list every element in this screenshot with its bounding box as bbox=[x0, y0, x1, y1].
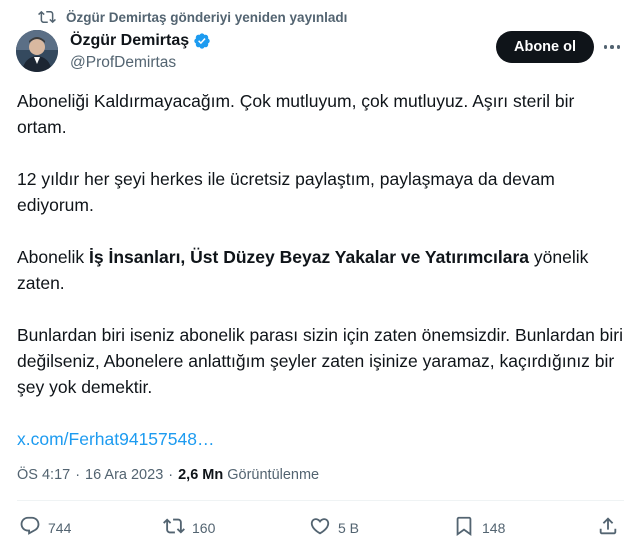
tweet-paragraph-3: Abonelik İş İnsanları, Üst Düzey Beyaz Y… bbox=[17, 244, 627, 296]
tweet-paragraph-2: 12 yıldır her şeyi herkes ile ücretsiz p… bbox=[17, 169, 555, 215]
bookmark-button[interactable]: 148 bbox=[453, 516, 505, 540]
share-icon bbox=[597, 515, 619, 542]
action-bar: 744 160 5 B 148 bbox=[17, 516, 623, 540]
tweet-paragraph-3-start: Abonelik bbox=[17, 247, 89, 267]
reply-icon bbox=[19, 515, 41, 542]
repost-indicator[interactable]: Özgür Demirtaş gönderiyi yeniden yayınla… bbox=[38, 7, 347, 27]
verified-badge-icon bbox=[193, 32, 211, 50]
like-button[interactable]: 5 B bbox=[309, 516, 359, 540]
avatar[interactable] bbox=[16, 30, 58, 72]
meta-separator: · bbox=[168, 467, 174, 483]
tweet-date[interactable]: 16 Ara 2023 bbox=[85, 467, 163, 483]
views-label: Görüntülenme bbox=[227, 467, 320, 483]
like-count: 5 B bbox=[338, 520, 360, 536]
meta-separator: · bbox=[75, 467, 81, 483]
author-name[interactable]: Özgür Demirtaş bbox=[70, 32, 189, 50]
reply-button[interactable]: 744 bbox=[19, 516, 71, 540]
reply-count: 744 bbox=[48, 520, 72, 536]
tweet-meta: ÖS 4:17 · 16 Ara 2023 · 2,6 Mn Görüntüle… bbox=[17, 465, 319, 485]
tweet-text: Aboneliği Kaldırmayacağım. Çok mutluyum,… bbox=[17, 88, 627, 478]
author-handle[interactable]: @ProfDemirtas bbox=[70, 54, 211, 72]
views-count: 2,6 Mn bbox=[178, 467, 224, 483]
repost-label: Özgür Demirtaş gönderiyi yeniden yayınla… bbox=[66, 9, 348, 25]
heart-icon bbox=[309, 515, 331, 542]
repost-button[interactable]: 160 bbox=[163, 516, 215, 540]
bookmark-count: 148 bbox=[482, 520, 506, 536]
tweet-paragraph-1: Aboneliği Kaldırmayacağım. Çok mutluyum,… bbox=[17, 91, 575, 137]
tweet-link[interactable]: x.com/Ferhat94157548… bbox=[17, 429, 214, 449]
repost-action-icon bbox=[163, 515, 185, 542]
repost-icon bbox=[38, 8, 56, 26]
follow-button[interactable]: Abone ol bbox=[496, 31, 594, 63]
more-options-icon[interactable] bbox=[600, 37, 624, 57]
tweet-paragraph-4: Bunlardan biri iseniz abonelik parası si… bbox=[17, 325, 624, 397]
repost-count: 160 bbox=[192, 520, 216, 536]
bookmark-icon bbox=[453, 515, 475, 542]
divider bbox=[17, 500, 624, 501]
tweet-time[interactable]: ÖS 4:17 bbox=[17, 467, 70, 483]
tweet-paragraph-3-bold: İş İnsanları, Üst Düzey Beyaz Yakalar ve… bbox=[89, 247, 530, 267]
share-button[interactable] bbox=[597, 516, 619, 540]
